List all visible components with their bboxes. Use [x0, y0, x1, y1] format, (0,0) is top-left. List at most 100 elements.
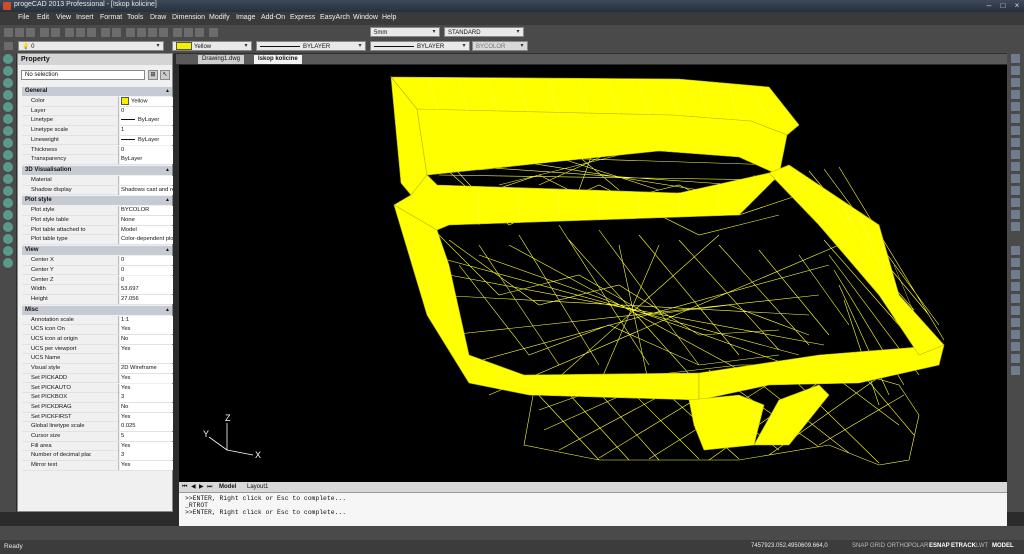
zoom-icon[interactable]	[137, 28, 146, 37]
property-value[interactable]: 53.697	[120, 285, 173, 295]
properties-icon[interactable]	[173, 28, 182, 37]
dim-scale-combo[interactable]: 5mm ▾	[370, 27, 440, 37]
property-row[interactable]: Plot table attached to Model	[22, 225, 173, 236]
property-row[interactable]: Annotation scale 1:1	[22, 315, 173, 326]
property-row[interactable]: Set PICKADD Yes	[22, 373, 173, 384]
menu-image[interactable]: Image	[236, 14, 255, 21]
section-header[interactable]: Plot style ▲	[22, 196, 172, 206]
property-value[interactable]: ByLayer	[120, 155, 173, 165]
property-value[interactable]: Yes	[120, 373, 173, 383]
menu-draw[interactable]: Draw	[150, 14, 166, 21]
osnap-node-icon[interactable]	[1011, 282, 1020, 291]
osnap-center-icon[interactable]	[1011, 270, 1020, 279]
property-value[interactable]: Yes	[120, 383, 173, 393]
minimize-icon[interactable]: –	[982, 1, 996, 10]
tab-drawing1[interactable]: Drawing1.dwg	[198, 55, 245, 64]
rotate-icon[interactable]	[1011, 126, 1020, 135]
menu-easyarch[interactable]: EasyArch	[320, 14, 350, 21]
help-icon[interactable]	[209, 28, 218, 37]
property-row[interactable]: Fill area Yes	[22, 441, 173, 452]
extend-icon[interactable]	[1011, 174, 1020, 183]
close-icon[interactable]: ×	[1010, 1, 1024, 10]
lineweight-combo[interactable]: BYLAYER ▾	[370, 41, 470, 51]
property-row[interactable]: Layer 0	[22, 106, 173, 117]
property-row[interactable]: Set PICKDRAG No	[22, 402, 173, 413]
quick-select-icon[interactable]: ⊞	[148, 70, 158, 80]
tab-iskop-kolicine[interactable]: Iskop kolicine	[254, 55, 302, 64]
collapse-icon[interactable]: ▲	[165, 246, 170, 255]
property-row[interactable]: Linetype ByLayer	[22, 116, 173, 127]
section-header[interactable]: View ▲	[22, 246, 172, 256]
block-icon[interactable]	[3, 186, 13, 196]
property-row[interactable]: UCS icon at origin No	[22, 335, 173, 345]
osnap-clear-icon[interactable]	[1011, 366, 1020, 375]
property-value[interactable]: 27.056	[120, 294, 173, 304]
fillet-icon[interactable]	[1011, 210, 1020, 219]
line-icon[interactable]	[3, 54, 13, 64]
property-row[interactable]: Global linetype scale 0.025	[22, 422, 173, 432]
property-value[interactable]: 0	[120, 256, 173, 266]
property-row[interactable]: Plot style table None	[22, 216, 173, 226]
tab-nav-next-icon[interactable]: ▶	[199, 483, 204, 491]
property-row[interactable]: Color Yellow	[22, 97, 173, 107]
wipeout-icon[interactable]	[3, 246, 13, 256]
tab-layout1[interactable]: Layout1	[247, 483, 268, 491]
property-row[interactable]: Linetype scale 1	[22, 126, 173, 136]
property-value[interactable]	[120, 175, 173, 185]
trim-icon[interactable]	[1011, 162, 1020, 171]
revcloud-icon[interactable]	[3, 234, 13, 244]
status-polar[interactable]: POLAR	[908, 543, 928, 549]
preview-icon[interactable]	[51, 28, 60, 37]
status-snap[interactable]: SNAP	[852, 543, 868, 549]
ellipse-icon[interactable]	[3, 126, 13, 136]
break-icon[interactable]	[1011, 186, 1020, 195]
menu-view[interactable]: View	[56, 14, 71, 21]
property-row[interactable]: Number of decimal places 3	[22, 451, 173, 462]
stretch-icon[interactable]	[1011, 150, 1020, 159]
mirror-icon[interactable]	[1011, 78, 1020, 87]
undo-icon[interactable]	[101, 28, 110, 37]
collapse-icon[interactable]: ▲	[165, 306, 170, 315]
command-line[interactable]: >>ENTER, Right click or Esc to complete.…	[179, 492, 1007, 527]
property-value[interactable]: Yes	[120, 412, 173, 422]
menu-modify[interactable]: Modify	[209, 14, 230, 21]
property-value[interactable]: Yes	[120, 441, 173, 451]
property-value[interactable]: Yes	[120, 461, 173, 471]
open-icon[interactable]	[15, 28, 24, 37]
property-value[interactable]: None	[120, 216, 173, 225]
tab-nav-first-icon[interactable]: ⏮	[182, 483, 187, 491]
scale-icon[interactable]	[1011, 138, 1020, 147]
array-icon[interactable]	[1011, 102, 1020, 111]
text-style-combo[interactable]: STANDARD ▾	[444, 27, 524, 37]
menu-file[interactable]: File	[18, 14, 29, 21]
move-icon[interactable]	[1011, 114, 1020, 123]
property-row[interactable]: Transparency ByLayer	[22, 155, 173, 165]
osnap-midpoint-icon[interactable]	[1011, 258, 1020, 267]
menu-window[interactable]: Window	[353, 14, 378, 21]
property-row[interactable]: Height 27.056	[22, 294, 173, 305]
tab-nav-prev-icon[interactable]: ◀	[191, 483, 196, 491]
menu-tools[interactable]: Tools	[127, 14, 143, 21]
plot-style-combo[interactable]: BYCOLOR ▾	[472, 41, 528, 51]
pan-icon[interactable]	[126, 28, 135, 37]
property-value[interactable]: No	[120, 335, 173, 344]
menu-format[interactable]: Format	[100, 14, 122, 21]
property-value[interactable]: BYCOLOR	[120, 206, 173, 216]
linetype-combo[interactable]: BYLAYER ▾	[256, 41, 366, 51]
collapse-icon[interactable]: ▲	[165, 196, 170, 205]
chamfer-icon[interactable]	[1011, 198, 1020, 207]
property-value[interactable]: No	[120, 402, 173, 412]
polyline-icon[interactable]	[3, 66, 13, 76]
layer-combo[interactable]: 💡 0 ▾	[18, 41, 164, 51]
property-value[interactable]: Yellow	[120, 97, 173, 106]
property-row[interactable]: Center Z 0	[22, 275, 173, 286]
rectangle-icon[interactable]	[3, 102, 13, 112]
drawing-canvas[interactable]: Z X Y	[179, 65, 1007, 482]
status-lwt[interactable]: LWT	[976, 543, 988, 549]
erase-icon[interactable]	[1011, 54, 1020, 63]
property-value[interactable]: ByLayer	[120, 116, 173, 126]
osnap-intersection-icon[interactable]	[1011, 306, 1020, 315]
spline-icon[interactable]	[3, 138, 13, 148]
layers-icon[interactable]	[184, 28, 193, 37]
table-icon[interactable]	[3, 210, 13, 220]
